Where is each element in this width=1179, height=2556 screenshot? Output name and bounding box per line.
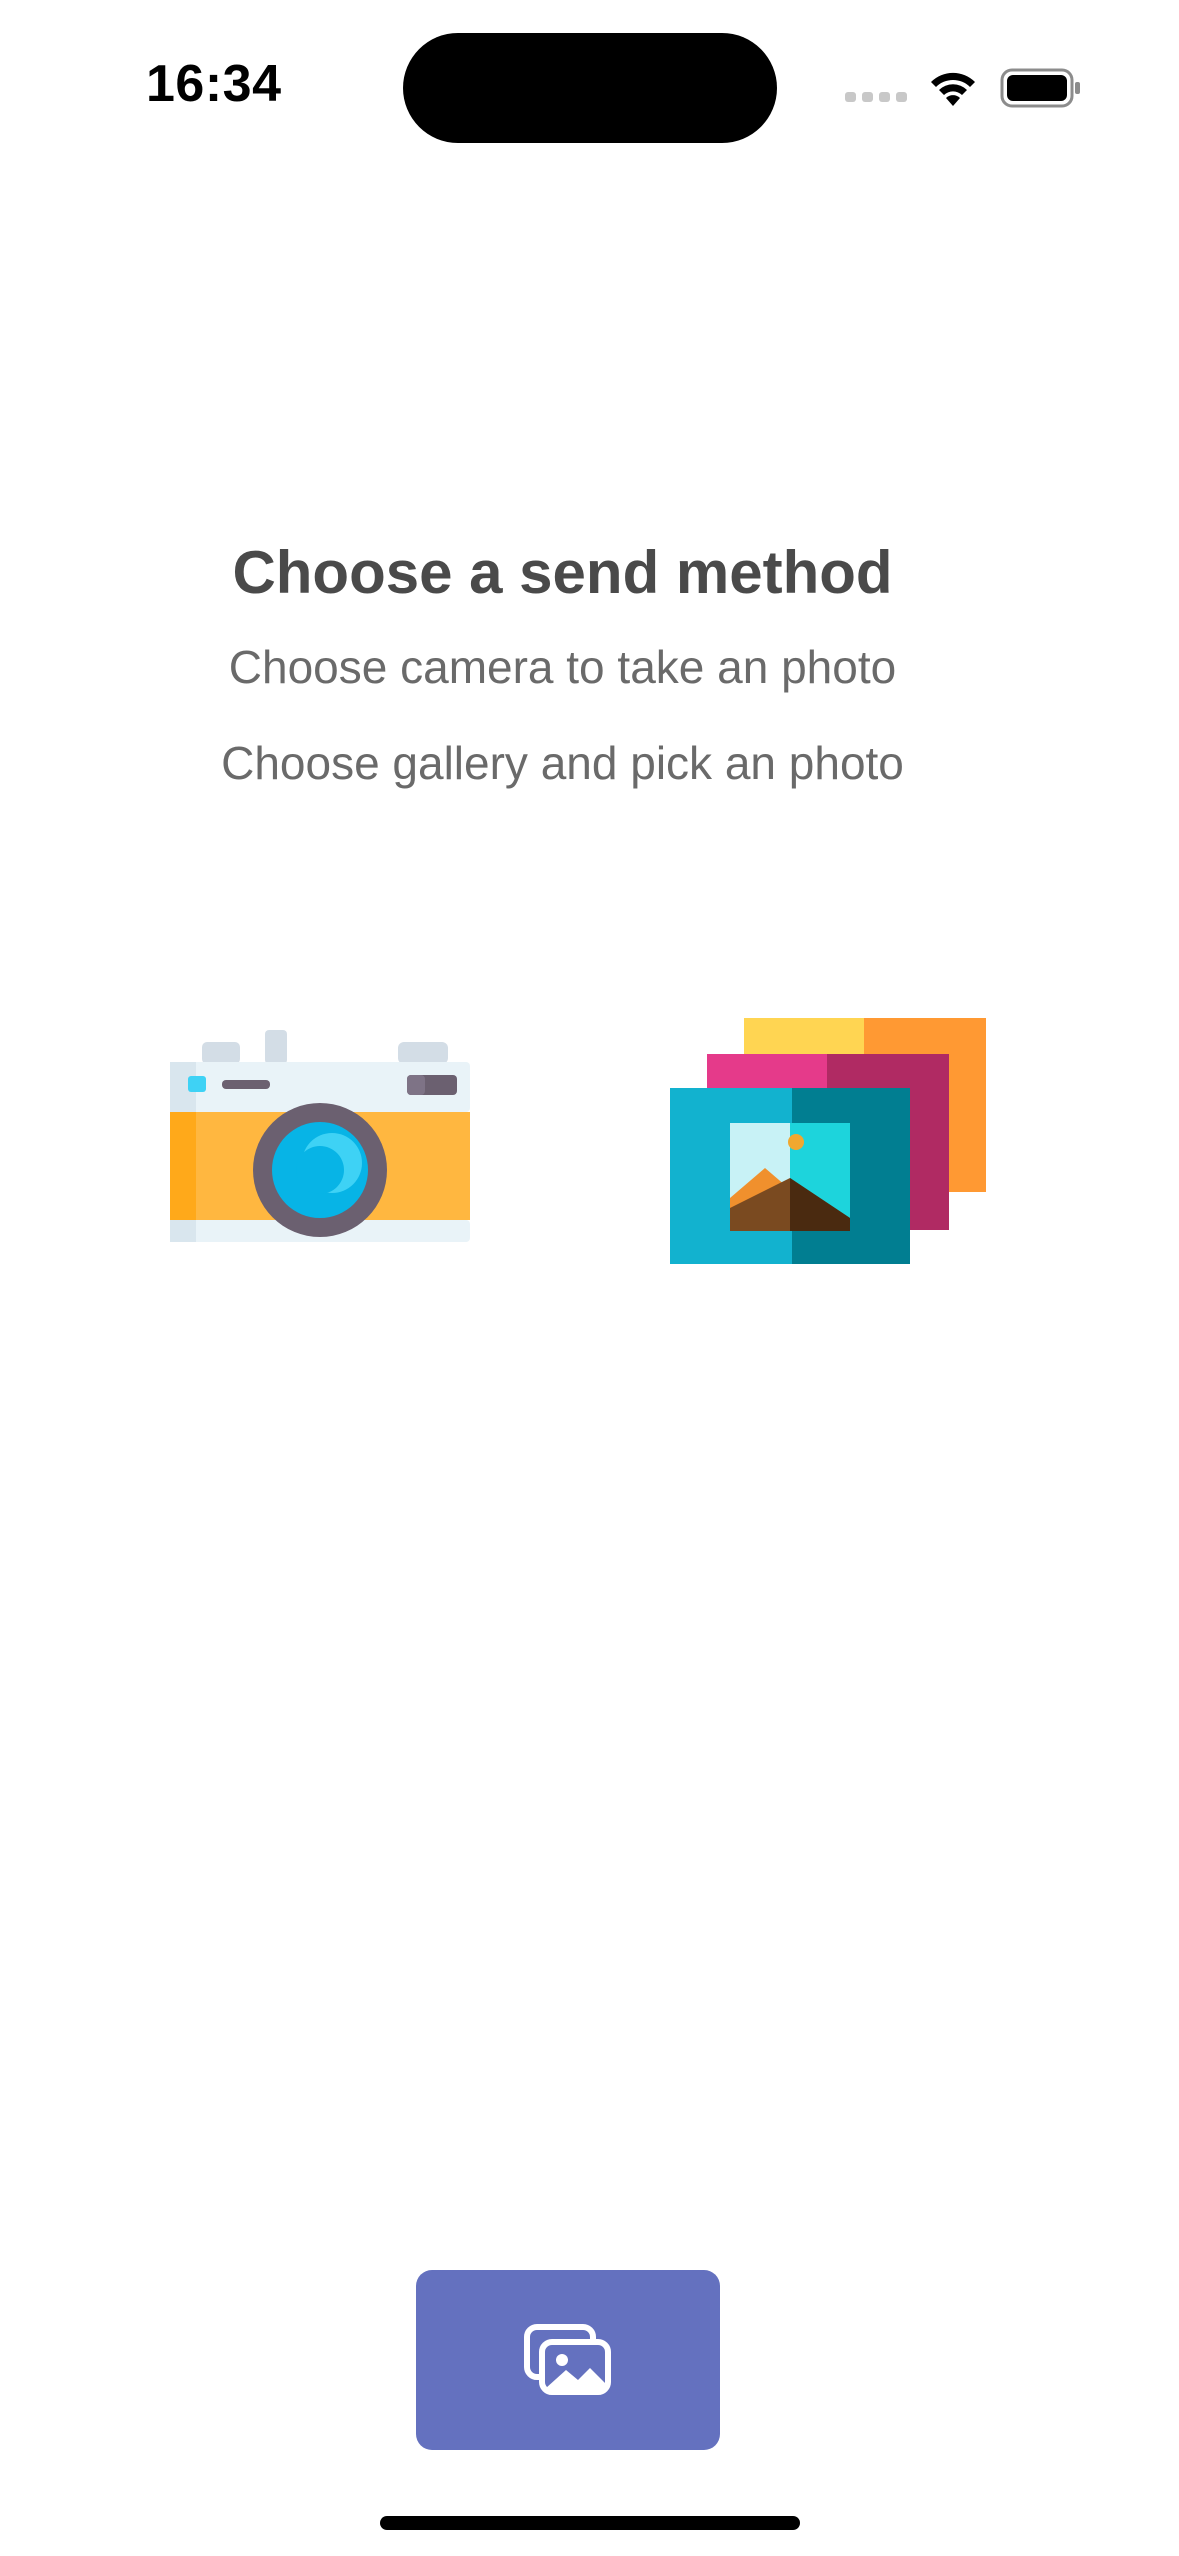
status-time: 16:34 <box>146 55 282 113</box>
photo-gallery-icon <box>670 1018 986 1264</box>
gallery-option-button[interactable] <box>670 1018 986 1264</box>
dynamic-island <box>403 33 777 143</box>
wifi-icon <box>931 72 975 106</box>
cellular-signal-icon <box>845 92 907 102</box>
camera-icon <box>170 1030 470 1242</box>
page-title: Choose a send method <box>232 539 893 606</box>
pick-images-button[interactable] <box>416 2270 720 2450</box>
battery-icon <box>1000 68 1080 108</box>
camera-hint-text: Choose camera to take an photo <box>228 641 897 693</box>
camera-option-button[interactable] <box>170 1030 470 1250</box>
status-bar: 16:34 <box>0 0 1179 170</box>
images-icon <box>524 2324 611 2395</box>
home-indicator <box>380 2516 800 2530</box>
gallery-hint-text: Choose gallery and pick an photo <box>221 737 904 789</box>
